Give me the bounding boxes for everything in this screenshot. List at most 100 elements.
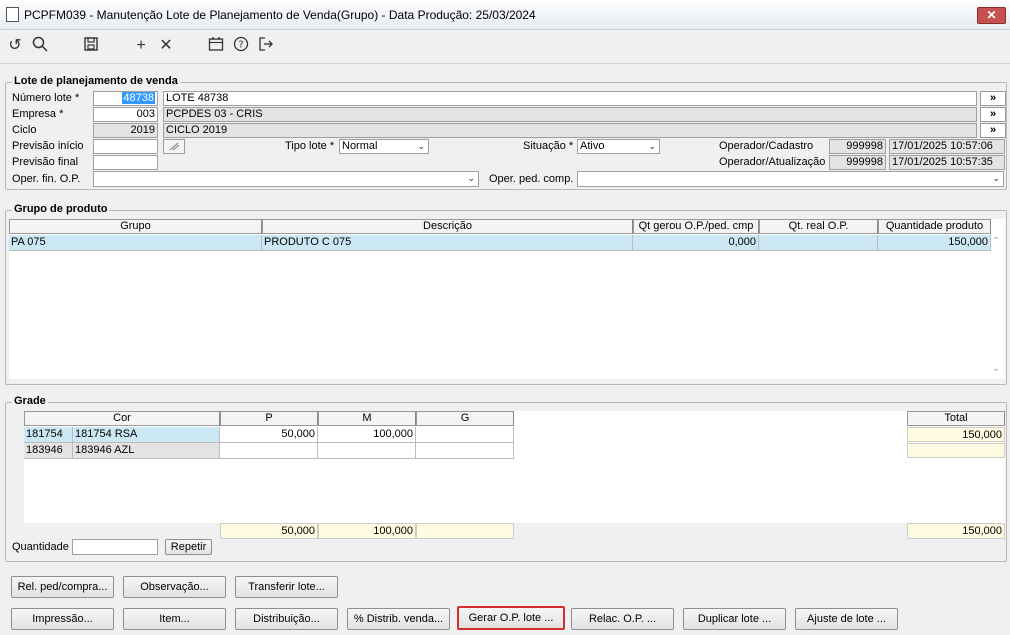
previsao-inicio-label: Previsão início — [12, 140, 84, 152]
grade-legend: Grade — [12, 395, 48, 407]
cell-qt-real — [759, 235, 878, 250]
item-button[interactable]: Item... — [123, 608, 226, 630]
transferir-lote-button[interactable]: Transferir lote... — [235, 576, 338, 598]
cell-qt-produto: 150,000 — [878, 235, 991, 250]
oper-fin-op-label: Oper. fin. O.P. — [12, 173, 81, 185]
ciclo-lookup-button[interactable]: » — [980, 123, 1006, 138]
oper-ped-comp-select[interactable]: ⌄ — [577, 171, 1004, 187]
delete-icon[interactable]: ✕ — [156, 36, 176, 56]
impressao-button[interactable]: Impressão... — [11, 608, 114, 630]
col-qt-gerou[interactable]: Qt gerou O.P./ped. cmp — [633, 219, 759, 234]
cell-total — [907, 443, 1005, 458]
col-cor[interactable]: Cor — [24, 411, 220, 426]
col-p[interactable]: P — [220, 411, 318, 426]
date-picker-icon — [169, 142, 180, 151]
numero-lote-desc: LOTE 48738 — [163, 91, 977, 106]
grupo-legend: Grupo de produto — [12, 203, 110, 215]
ciclo-input[interactable]: 2019 — [93, 123, 158, 138]
oper-fin-op-select[interactable]: ⌄ — [93, 171, 479, 187]
numero-lote-label: Número lote * — [12, 92, 80, 104]
exit-icon[interactable] — [256, 36, 276, 56]
date-picker-button[interactable] — [163, 139, 185, 154]
total-m: 100,000 — [318, 523, 416, 539]
previsao-final-input[interactable] — [93, 155, 158, 170]
gerar-op-lote-button[interactable]: Gerar O.P. lote ... — [457, 606, 565, 630]
previsao-final-label: Previsão final — [12, 156, 79, 168]
empresa-desc: PCPDES 03 - CRIS — [163, 107, 977, 122]
tipo-lote-select[interactable]: Normal ⌄ — [339, 139, 429, 154]
cell-cor-code: 181754 — [24, 427, 73, 442]
svg-text:?: ? — [238, 40, 243, 51]
operador-atualizacao-code: 999998 — [829, 155, 886, 170]
empresa-label: Empresa * — [12, 108, 64, 120]
empresa-input[interactable]: 003 — [93, 107, 158, 122]
col-qt-real[interactable]: Qt. real O.P. — [759, 219, 878, 234]
ajuste-lote-button[interactable]: Ajuste de lote ... — [795, 608, 898, 630]
app-icon — [6, 7, 19, 22]
cell-grupo: PA 075 — [9, 235, 262, 250]
operador-cadastro-date: 17/01/2025 10:57:06 — [889, 139, 1005, 154]
cell-cor-name: 181754 RSA — [73, 427, 220, 442]
cell-m[interactable] — [318, 443, 416, 458]
calendar-icon[interactable] — [206, 36, 226, 56]
situacao-value: Ativo — [580, 140, 605, 152]
previsao-inicio-input[interactable] — [93, 139, 158, 154]
chevron-down-icon: ⌄ — [467, 173, 475, 183]
numero-lote-lookup-button[interactable]: » — [980, 91, 1006, 106]
toolbar-separator — [0, 63, 1010, 64]
add-icon[interactable]: + — [131, 36, 151, 56]
cell-p[interactable]: 50,000 — [220, 427, 318, 442]
cell-descricao: PRODUTO C 075 — [262, 235, 633, 250]
cell-g[interactable] — [416, 443, 514, 458]
col-qt-produto[interactable]: Quantidade produto — [878, 219, 991, 234]
title-bar: PCPFM039 - Manutenção Lote de Planejamen… — [0, 0, 1010, 30]
operador-cadastro-code: 999998 — [829, 139, 886, 154]
scroll-down-icon[interactable]: ⌄ — [992, 363, 1000, 374]
chevron-down-icon: ⌄ — [417, 141, 425, 151]
cell-m[interactable]: 100,000 — [318, 427, 416, 442]
chevron-down-icon: ⌄ — [648, 141, 656, 151]
col-total[interactable]: Total — [907, 411, 1005, 426]
cell-cor-code: 183946 — [24, 443, 73, 458]
scroll-up-icon[interactable]: ⌃ — [992, 236, 1000, 247]
help-icon[interactable]: ? — [231, 36, 251, 56]
cell-g[interactable] — [416, 427, 514, 442]
situacao-label: Situação * — [523, 140, 574, 152]
operador-atualizacao-label: Operador/Atualização — [719, 156, 826, 168]
distrib-venda-button[interactable]: % Distrib. venda... — [347, 608, 450, 630]
relac-op-button[interactable]: Relac. O.P. ... — [571, 608, 674, 630]
ciclo-desc: CICLO 2019 — [163, 123, 977, 138]
toolbar: ↺ + ✕ ? — [0, 31, 1010, 61]
distribuicao-button[interactable]: Distribuição... — [235, 608, 338, 630]
repetir-button[interactable]: Repetir — [165, 539, 212, 555]
search-icon[interactable] — [30, 36, 50, 56]
lote-legend: Lote de planejamento de venda — [12, 75, 180, 87]
tipo-lote-label: Tipo lote * — [285, 140, 335, 152]
cell-p[interactable] — [220, 443, 318, 458]
close-button[interactable]: ✕ — [977, 7, 1006, 24]
save-icon[interactable] — [81, 36, 101, 56]
col-g[interactable]: G — [416, 411, 514, 426]
chevron-down-icon: ⌄ — [992, 173, 1000, 183]
col-m[interactable]: M — [318, 411, 416, 426]
numero-lote-input[interactable]: 48738 — [93, 91, 158, 106]
tipo-lote-value: Normal — [342, 140, 378, 152]
rel-ped-compra-button[interactable]: Rel. ped/compra... — [11, 576, 114, 598]
oper-ped-comp-label: Oper. ped. comp. — [489, 173, 574, 185]
cell-qt-gerou: 0,000 — [633, 235, 759, 250]
operador-cadastro-label: Operador/Cadastro — [719, 140, 814, 152]
col-grupo[interactable]: Grupo — [9, 219, 262, 234]
quantidade-input[interactable] — [72, 539, 158, 555]
operador-atualizacao-date: 17/01/2025 10:57:35 — [889, 155, 1005, 170]
cell-cor-name: 183946 AZL — [73, 443, 220, 458]
col-descricao[interactable]: Descrição — [262, 219, 633, 234]
empresa-lookup-button[interactable]: » — [980, 107, 1006, 122]
duplicar-lote-button[interactable]: Duplicar lote ... — [683, 608, 786, 630]
observacao-button[interactable]: Observação... — [123, 576, 226, 598]
undo-icon[interactable]: ↺ — [5, 36, 25, 56]
quantidade-label: Quantidade — [12, 541, 69, 553]
total-p: 50,000 — [220, 523, 318, 539]
window-title: PCPFM039 - Manutenção Lote de Planejamen… — [24, 8, 536, 22]
situacao-select[interactable]: Ativo ⌄ — [577, 139, 660, 154]
cell-total: 150,000 — [907, 427, 1005, 442]
